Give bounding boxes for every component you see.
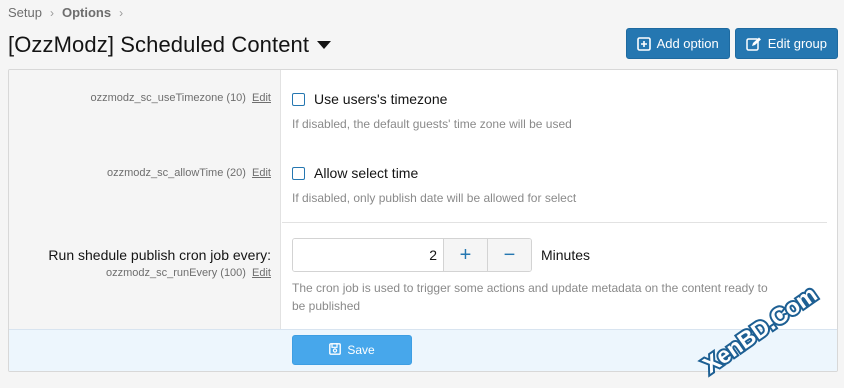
edit-group-button[interactable]: Edit group [734,28,838,59]
add-option-label: Add option [656,36,719,51]
decrement-button[interactable]: − [487,239,531,271]
header-actions: Add option Edit group [625,28,838,59]
plus-icon: + [459,243,472,266]
plus-square-icon [636,36,651,51]
edit-group-label: Edit group [767,36,827,51]
units-label: Minutes [541,247,591,263]
save-label: Save [347,343,375,357]
page-title: [OzzModz] Scheduled Content [8,32,310,57]
option-id: ozzmodz_sc_runEvery (100) [105,267,246,279]
run-every-input[interactable] [293,239,443,271]
chevron-right-icon: › [49,5,54,20]
option-meta: ozzmodz_sc_runEvery (100) Edit [106,267,271,279]
allow-time-checkbox[interactable] [292,166,305,180]
edit-link[interactable]: Edit [252,267,271,279]
checkbox-label[interactable]: Allow select time [314,165,418,181]
option-id: ozzmodz_sc_allowTime (20) [106,167,246,179]
option-hint-line: The cron job is used to trigger some act… [292,281,768,295]
increment-button[interactable]: + [443,239,487,271]
breadcrumb: Setup › Options › [8,5,123,20]
caret-down-icon[interactable] [317,40,332,50]
stepper-box: + − [292,238,532,272]
option-control: Allow select time If disabled, only publ… [292,165,576,207]
option-row-allow-time: ozzmodz_sc_allowTime (20) Edit Allow sel… [9,145,837,223]
allow-time-checkbox-line[interactable]: Allow select time [292,165,576,181]
option-id: ozzmodz_sc_useTimezone (10) [90,92,246,104]
breadcrumb-item-options[interactable]: Options [62,5,111,20]
run-every-stepper: + − Minutes [292,238,822,272]
option-row-use-timezone: ozzmodz_sc_useTimezone (10) Edit Use use… [9,70,837,145]
use-timezone-checkbox[interactable] [292,92,305,106]
save-button[interactable]: Save [292,335,412,365]
option-title: Run shedule publish cron job every: [48,247,271,263]
option-control: Use users's timezone If disabled, the de… [292,91,572,133]
title-row: [OzzModz] Scheduled Content [8,32,332,58]
option-hint: The cron job is used to trigger some act… [292,279,822,315]
option-hint: If disabled, only publish date will be a… [292,191,577,205]
option-meta: ozzmodz_sc_allowTime (20) Edit [107,167,271,179]
save-icon [329,342,342,358]
checkbox-label[interactable]: Use users's timezone [314,91,447,107]
breadcrumb-item-setup[interactable]: Setup [8,5,42,20]
option-control: + − Minutes The cron job is used to trig… [292,238,822,315]
minus-icon: − [503,243,516,266]
options-panel: ozzmodz_sc_useTimezone (10) Edit Use use… [8,69,838,372]
option-hint: If disabled, the default guests' time zo… [292,117,572,131]
edit-link[interactable]: Edit [252,167,271,179]
option-meta: ozzmodz_sc_useTimezone (10) Edit [90,92,271,104]
edit-link[interactable]: Edit [252,92,271,104]
option-row-run-every: Run shedule publish cron job every: ozzm… [9,223,837,331]
form-footer: Save [9,329,837,371]
add-option-button[interactable]: Add option [625,28,730,59]
option-hint-line: be published [292,299,361,313]
use-timezone-checkbox-line[interactable]: Use users's timezone [292,91,572,107]
edit-icon [745,37,762,51]
chevron-right-icon: › [119,5,124,20]
